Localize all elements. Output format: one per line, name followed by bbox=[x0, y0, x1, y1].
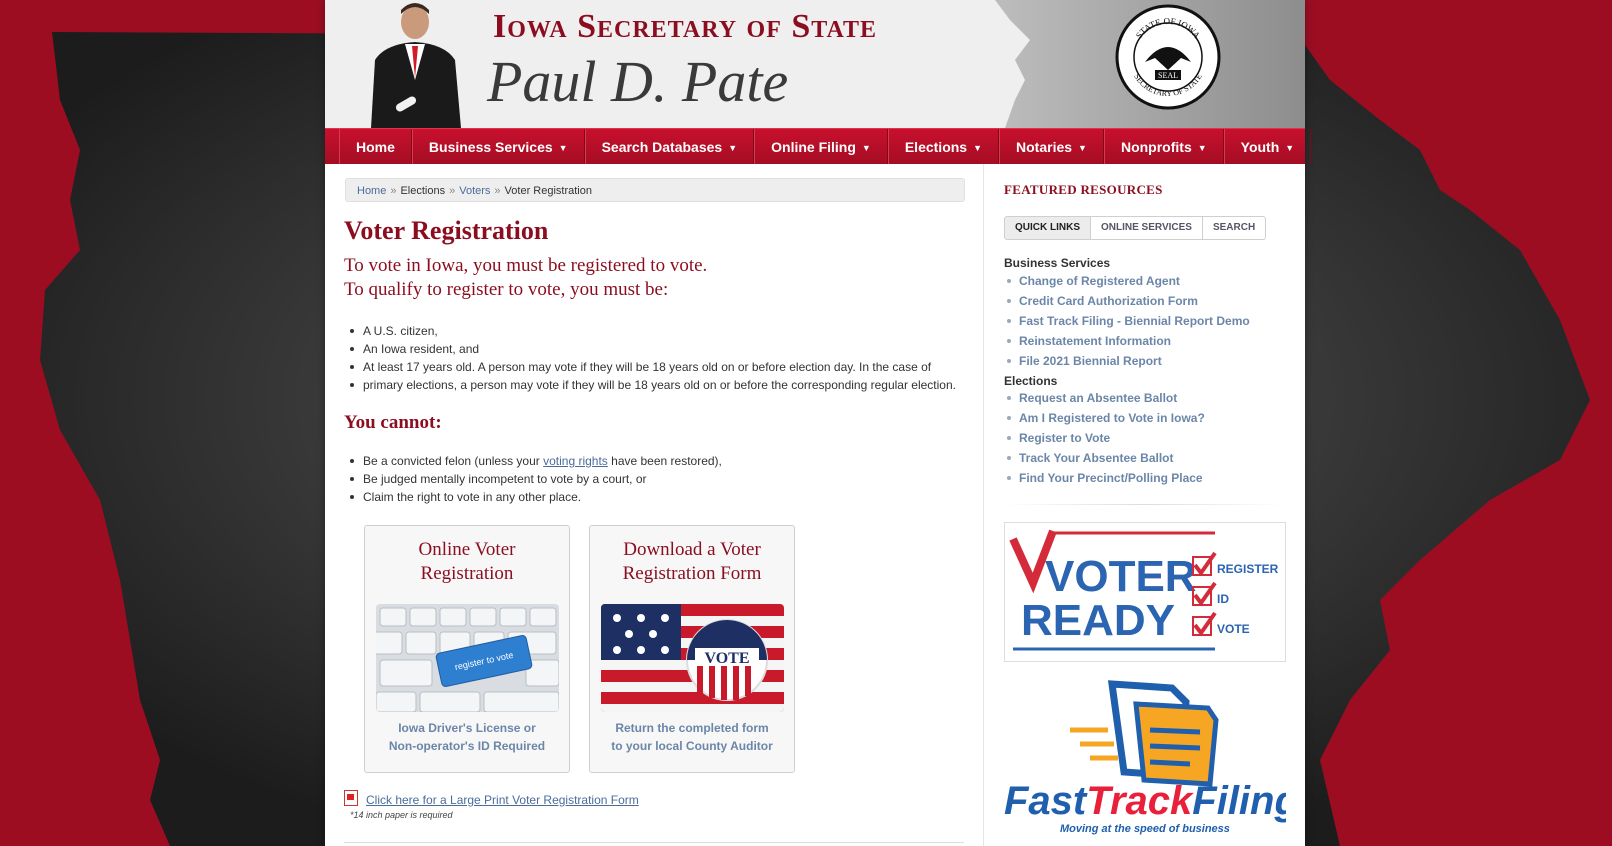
page-title: Voter Registration bbox=[344, 216, 549, 245]
nav-nonprofits[interactable]: Nonprofits ▼ bbox=[1103, 129, 1224, 164]
nav-youth[interactable]: Youth ▼ bbox=[1223, 129, 1312, 164]
official-portrait bbox=[371, 3, 461, 128]
quick-link[interactable]: Am I Registered to Vote in Iowa? bbox=[1004, 408, 1205, 428]
site-title: Iowa Secretary of State bbox=[493, 8, 878, 45]
logo-word-track: Track bbox=[1086, 779, 1194, 823]
voter-ready-item1: REGISTER bbox=[1217, 562, 1279, 576]
card-title: Download a Voter Registration Form bbox=[622, 539, 762, 584]
divider bbox=[344, 842, 964, 843]
list-item: A U.S. citizen, bbox=[344, 322, 956, 340]
voter-ready-line2: READY bbox=[1021, 596, 1175, 645]
voter-ready-banner[interactable]: VOTER READY REGISTER ID VOTE bbox=[1004, 522, 1286, 662]
card-caption: Return the completed form to your local … bbox=[611, 721, 773, 753]
pdf-icon bbox=[344, 790, 358, 806]
state-seal-icon: SEAL STATE OF IOWA SECRETARY OF STATE bbox=[1115, 4, 1221, 110]
tab-online-services[interactable]: ONLINE SERVICES bbox=[1091, 216, 1203, 240]
quick-link[interactable]: Credit Card Authorization Form bbox=[1004, 291, 1250, 311]
business-services-heading: Business Services bbox=[1004, 256, 1111, 270]
list-item: An Iowa resident, and bbox=[344, 340, 956, 358]
logo-word-fast: Fast bbox=[1004, 779, 1088, 823]
card-title: Online Voter Registration bbox=[418, 539, 516, 584]
chevron-down-icon: ▼ bbox=[558, 143, 568, 153]
breadcrumb-current: Voter Registration bbox=[504, 185, 592, 197]
large-print-link[interactable]: Click here for a Large Print Voter Regis… bbox=[366, 793, 639, 807]
featured-resources-title: FEATURED RESOURCES bbox=[1004, 182, 1163, 197]
tab-search[interactable]: SEARCH bbox=[1202, 216, 1267, 240]
fast-track-filing-logo[interactable]: FastTrackFiling Moving at the speed of b… bbox=[1004, 680, 1286, 846]
nav-elections[interactable]: Elections ▼ bbox=[887, 129, 1000, 164]
chevron-down-icon: ▼ bbox=[973, 143, 983, 153]
breadcrumb: Home» Elections» Voters» Voter Registration bbox=[345, 178, 965, 202]
page-container: Iowa Secretary of State Paul D. Pate SEA… bbox=[325, 0, 1312, 846]
quick-link[interactable]: Fast Track Filing - Biennial Report Demo bbox=[1004, 311, 1250, 331]
quick-link[interactable]: Change of Registered Agent bbox=[1004, 271, 1250, 291]
chevron-down-icon: ▼ bbox=[1197, 143, 1207, 153]
quick-link[interactable]: Reinstatement Information bbox=[1004, 331, 1250, 351]
elections-heading: Elections bbox=[1004, 374, 1058, 388]
chevron-down-icon: ▼ bbox=[1078, 143, 1087, 153]
breadcrumb-voters[interactable]: Voters bbox=[459, 185, 490, 197]
sidebar: FEATURED RESOURCES QUICK LINKS ONLINE SE… bbox=[983, 164, 1306, 846]
logo-tagline: Moving at the speed of business bbox=[1060, 823, 1230, 835]
nav-business-services[interactable]: Business Services ▼ bbox=[411, 129, 585, 164]
breadcrumb-elections: Elections bbox=[400, 185, 446, 197]
nav-search-databases[interactable]: Search Databases ▼ bbox=[584, 129, 755, 164]
voting-rights-link[interactable]: voting rights bbox=[543, 454, 608, 468]
large-print-row: Click here for a Large Print Voter Regis… bbox=[344, 790, 639, 807]
svg-text:FastTrackFiling: FastTrackFiling bbox=[1004, 779, 1286, 823]
intro-text: To vote in Iowa, you must be registered … bbox=[344, 255, 708, 300]
site-header: Iowa Secretary of State Paul D. Pate SEA… bbox=[325, 0, 1305, 128]
tab-quick-links[interactable]: QUICK LINKS bbox=[1004, 216, 1091, 240]
cannot-heading: You cannot: bbox=[344, 412, 442, 433]
resource-tabs: QUICK LINKS ONLINE SERVICES SEARCH bbox=[1004, 216, 1267, 240]
online-registration-card[interactable]: Online Voter Registration register to vo… bbox=[364, 525, 570, 773]
breadcrumb-home[interactable]: Home bbox=[357, 185, 386, 197]
official-name: Paul D. Pate bbox=[487, 49, 789, 114]
quick-link[interactable]: File 2021 Biennial Report bbox=[1004, 351, 1250, 371]
nav-online-filing[interactable]: Online Filing ▼ bbox=[754, 129, 888, 164]
list-item: At least 17 years old. A person may vote… bbox=[344, 358, 956, 376]
paper-note: *14 inch paper is required bbox=[350, 810, 453, 820]
list-item-continued: primary elections, a person may vote if … bbox=[344, 376, 956, 394]
card-caption: Iowa Driver's License or Non-operator's … bbox=[388, 721, 546, 753]
list-item: Be a convicted felon (unless your voting… bbox=[344, 452, 722, 470]
nav-notaries[interactable]: Notaries ▼ bbox=[999, 129, 1104, 164]
cannot-list: Be a convicted felon (unless your voting… bbox=[344, 452, 722, 506]
vote-badge-text: VOTE bbox=[704, 650, 749, 667]
business-links: Change of Registered Agent Credit Card A… bbox=[1004, 271, 1250, 371]
quick-link[interactable]: Track Your Absentee Ballot bbox=[1004, 448, 1205, 468]
chevron-down-icon: ▼ bbox=[1285, 143, 1295, 153]
elections-links: Request an Absentee Ballot Am I Register… bbox=[1004, 388, 1205, 488]
download-form-card[interactable]: Download a Voter Registration Form VOTE … bbox=[589, 525, 795, 773]
quick-link[interactable]: Register to Vote bbox=[1004, 428, 1205, 448]
voter-ready-item2: ID bbox=[1217, 592, 1229, 606]
chevron-down-icon: ▼ bbox=[861, 143, 871, 153]
divider bbox=[1004, 504, 1284, 505]
voter-ready-item3: VOTE bbox=[1217, 622, 1250, 636]
quick-link[interactable]: Find Your Precinct/Polling Place bbox=[1004, 468, 1205, 488]
list-item: Claim the right to vote in any other pla… bbox=[344, 488, 722, 506]
nav-home[interactable]: Home bbox=[339, 129, 412, 164]
voter-ready-line1: VOTER bbox=[1045, 552, 1197, 601]
logo-word-filing: Filing bbox=[1192, 779, 1286, 823]
chevron-down-icon: ▼ bbox=[728, 143, 738, 153]
vote-flag-image: VOTE bbox=[601, 604, 784, 712]
keyboard-image: register to vote bbox=[376, 604, 559, 712]
main-nav: Home Business Services ▼ Search Databases… bbox=[325, 128, 1312, 164]
list-item: Be judged mentally incompetent to vote b… bbox=[344, 470, 722, 488]
quick-link[interactable]: Request an Absentee Ballot bbox=[1004, 388, 1205, 408]
seal-center-text: SEAL bbox=[1158, 71, 1178, 80]
requirements-list: A U.S. citizen, An Iowa resident, and At… bbox=[344, 322, 956, 394]
